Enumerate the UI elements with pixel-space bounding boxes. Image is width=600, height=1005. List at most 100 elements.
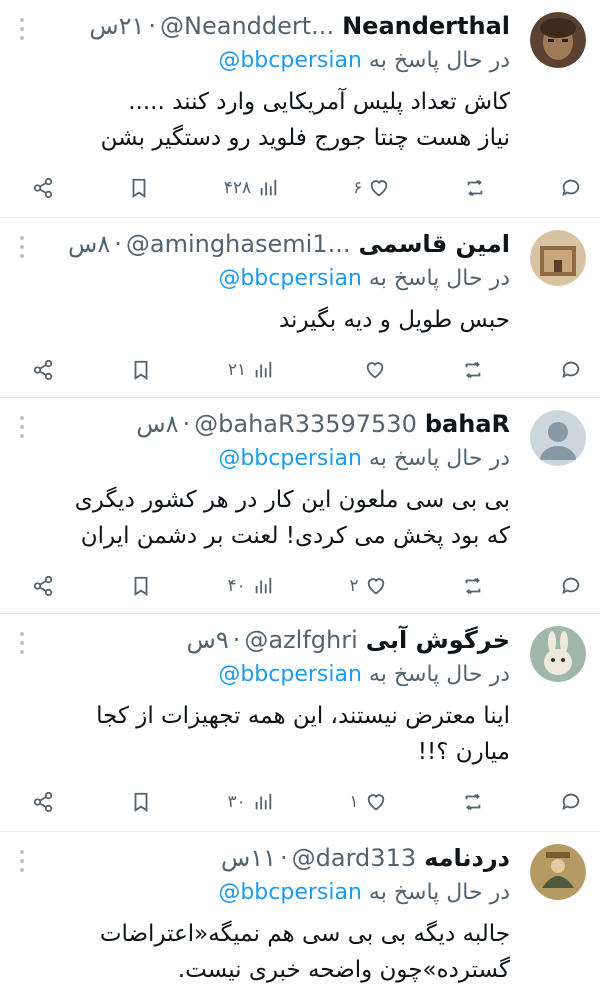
- display-name[interactable]: Neanderthal: [342, 8, 510, 44]
- tweet-text-line: نیاز هست چنتا جورج فلوید رو دستگیر بشن: [100, 125, 510, 151]
- reply-button[interactable]: [560, 359, 582, 381]
- tweet-text-line: کاش تعداد پلیس آمریکایی وارد کنند .....: [128, 89, 510, 115]
- replying-prefix: در حال پاسخ به: [368, 48, 510, 73]
- bookmark-button[interactable]: [130, 575, 152, 597]
- like-button[interactable]: ۶: [353, 177, 390, 199]
- reply-button[interactable]: [560, 791, 582, 813]
- reply-button[interactable]: [560, 575, 582, 597]
- timestamp[interactable]: ۱۱س: [221, 840, 276, 876]
- retweet-arrows-icon: [467, 180, 483, 196]
- replying-to-line: در حال پاسخ به @bbcpersian: [14, 44, 510, 78]
- replying-prefix: در حال پاسخ به: [368, 880, 510, 905]
- user-handle[interactable]: @dard313: [292, 840, 416, 876]
- bookmark-icon: [134, 792, 148, 812]
- separator-dot: ·: [148, 12, 157, 40]
- display-name[interactable]: دردنامه: [424, 840, 510, 876]
- speech-bubble-icon: [562, 793, 580, 811]
- mention-link[interactable]: @bbcpersian: [218, 880, 362, 905]
- avatar[interactable]: [530, 230, 586, 286]
- retweet-arrows-icon: [465, 794, 481, 810]
- like-button[interactable]: ۱: [349, 791, 386, 813]
- separator-dot: ·: [182, 410, 191, 438]
- retweet-button[interactable]: [462, 359, 484, 381]
- replying-to-line: در حال پاسخ به @bbcpersian: [14, 262, 510, 296]
- separator-dot: ·: [280, 844, 288, 872]
- mention-link[interactable]: @bbcpersian: [218, 662, 362, 687]
- display-name[interactable]: امین قاسمی: [358, 226, 510, 262]
- retweet-button[interactable]: [462, 575, 484, 597]
- tweet-text-line: که بود پخش می کردی! لعنت بر دشمن ایران: [80, 523, 510, 549]
- like-count: ۲: [349, 576, 359, 596]
- tweet-text: جالبه دیگه بی بی سی هم نمیگه«اعتراضات گس…: [14, 916, 510, 988]
- more-options-icon[interactable]: [18, 632, 24, 654]
- action-bar: ۲۱: [14, 338, 586, 402]
- timestamp[interactable]: ۹س: [187, 622, 229, 658]
- tweet[interactable]: bahaR @bahaR33597530 · ۸س در حال پاسخ به…: [0, 398, 600, 614]
- user-handle[interactable]: @aminghasemi1...: [126, 226, 351, 262]
- bar-chart-icon: [255, 793, 271, 810]
- more-options-icon[interactable]: [18, 416, 24, 438]
- timestamp[interactable]: ۸س: [136, 406, 178, 442]
- display-name[interactable]: bahaR: [425, 406, 510, 442]
- retweet-arrows-icon: [465, 362, 481, 378]
- views-button[interactable]: ۳۰: [227, 791, 273, 813]
- replying-prefix: در حال پاسخ به: [368, 266, 510, 291]
- timestamp[interactable]: ۸س: [68, 226, 110, 262]
- tweet-text-line: گسترده»چون واضحه خبری نیست.: [177, 957, 510, 983]
- reply-button[interactable]: [560, 177, 582, 199]
- user-handle[interactable]: @azlfghri: [244, 622, 357, 658]
- user-handle[interactable]: @bahaR33597530: [194, 406, 417, 442]
- avatar[interactable]: [530, 410, 586, 466]
- tweet[interactable]: خرگوش آبی @azlfghri · ۹س در حال پاسخ به …: [0, 614, 600, 832]
- display-name[interactable]: خرگوش آبی: [366, 622, 510, 658]
- more-options-icon[interactable]: [18, 236, 24, 258]
- tweet[interactable]: امین قاسمی @aminghasemi1... · ۸س در حال …: [0, 218, 600, 398]
- bookmark-icon: [134, 360, 148, 380]
- tweet-header: دردنامه @dard313 · ۱۱س: [14, 840, 510, 876]
- views-count: ۴۲۸: [223, 178, 252, 198]
- action-bar: ۴۰ ۲: [14, 554, 586, 618]
- bar-chart-icon: [255, 577, 271, 594]
- tweet-text: حبس طویل و دیه بگیرند: [14, 302, 510, 338]
- views-button[interactable]: ۲۱: [228, 359, 274, 381]
- views-count: ۴۰: [227, 576, 246, 596]
- timestamp[interactable]: ۲۱س: [89, 8, 144, 44]
- bookmark-button[interactable]: [130, 359, 152, 381]
- views-button[interactable]: ۴۲۸: [224, 177, 279, 199]
- tweet-text: اینا معترض نیستند، این همه تجهیزات از کج…: [14, 698, 510, 770]
- share-button[interactable]: [32, 791, 54, 813]
- like-count: ۱: [349, 792, 359, 812]
- user-handle[interactable]: @Neanddert...: [160, 8, 334, 44]
- replying-to-line: در حال پاسخ به @bbcpersian: [14, 876, 510, 910]
- bookmark-icon: [132, 178, 146, 198]
- tweet[interactable]: Neanderthal @Neanddert... · ۲۱س در حال پ…: [0, 0, 600, 218]
- like-button[interactable]: [350, 359, 386, 381]
- more-options-icon[interactable]: [18, 850, 24, 872]
- tweet[interactable]: دردنامه @dard313 · ۱۱س در حال پاسخ به @b…: [0, 832, 600, 1005]
- avatar[interactable]: [530, 626, 586, 682]
- views-count: ۲۱: [227, 360, 247, 380]
- share-button[interactable]: [32, 359, 54, 381]
- speech-bubble-icon: [562, 577, 580, 595]
- retweet-button[interactable]: [462, 791, 484, 813]
- tweet-header: خرگوش آبی @azlfghri · ۹س: [14, 622, 510, 658]
- like-button[interactable]: ۲: [349, 575, 386, 597]
- replying-prefix: در حال پاسخ به: [368, 446, 510, 471]
- bookmark-icon: [134, 576, 148, 596]
- mention-link[interactable]: @bbcpersian: [218, 446, 362, 471]
- avatar[interactable]: [530, 844, 586, 900]
- separator-dot: ·: [114, 230, 122, 258]
- mention-link[interactable]: @bbcpersian: [218, 266, 362, 291]
- share-nodes-icon: [33, 791, 53, 813]
- views-button[interactable]: ۴۰: [227, 575, 273, 597]
- share-button[interactable]: [32, 575, 54, 597]
- like-count: ۶: [353, 178, 363, 198]
- retweet-button[interactable]: [464, 177, 486, 199]
- avatar[interactable]: [530, 12, 586, 68]
- more-options-icon[interactable]: [18, 18, 24, 40]
- bookmark-button[interactable]: [130, 791, 152, 813]
- bookmark-button[interactable]: [128, 177, 150, 199]
- mention-link[interactable]: @bbcpersian: [218, 48, 362, 73]
- share-button[interactable]: [32, 177, 54, 199]
- heart-icon: [367, 578, 384, 595]
